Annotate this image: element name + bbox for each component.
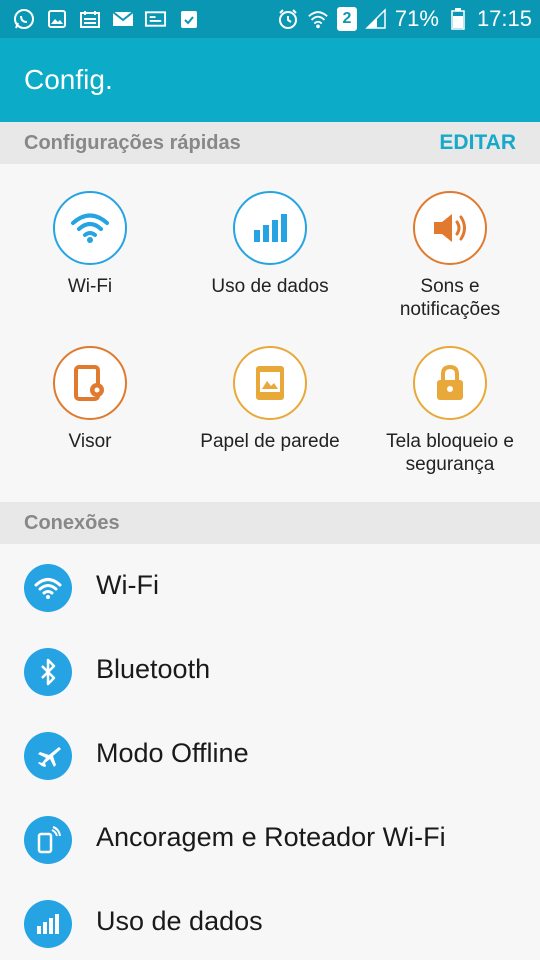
section-title: Configurações rápidas [24,132,241,154]
quick-item-label: Tela bloqueio e segurança [386,431,514,475]
wifi-icon [24,564,72,612]
data-usage-icon [24,900,72,948]
quick-item-sounds[interactable]: Sons e notificações [360,191,540,321]
quick-item-lock-screen[interactable]: Tela bloqueio e segurança [360,346,540,476]
signal-icon [365,8,387,30]
battery-icon [447,8,469,30]
edit-button[interactable]: EDITAR [439,131,516,155]
quick-item-label: Wi-Fi [67,276,113,297]
quick-item-label: Sons e notificações [399,276,501,320]
clock: 17:15 [476,6,532,31]
data-usage-icon [233,191,307,265]
sim-indicator: 2 [336,7,357,31]
page-title: Config. [24,64,113,95]
speaker-icon [413,191,487,265]
section-title: Conexões [24,512,120,534]
airplane-icon [24,732,72,780]
list-item-label: Ancoragem e Roteador Wi-Fi [96,822,446,852]
list-item-tethering[interactable]: Ancoragem e Roteador Wi-Fi [0,796,540,880]
system-status: 2 71% 17:15 [277,0,532,38]
quick-item-display[interactable]: Visor [0,346,180,453]
status-bar: 2 71% 17:15 [0,0,540,38]
quick-settings-header: Configurações rápidas EDITAR [0,122,540,164]
list-item-label: Uso de dados [96,906,263,936]
quick-item-label: Papel de parede [200,431,340,452]
whatsapp-icon [12,7,35,30]
news-icon [144,7,167,30]
display-icon [53,346,127,420]
battery-percent: 71% [394,6,439,31]
list-item-label: Modo Offline [96,738,249,768]
wallpaper-icon [233,346,307,420]
app-bar: Config. [0,38,540,122]
list-item-offline-mode[interactable]: Modo Offline [0,712,540,796]
quick-item-wifi[interactable]: Wi-Fi [0,191,180,298]
hotspot-icon [24,816,72,864]
clipboard-check-icon [177,7,200,30]
email-icon [111,7,134,30]
list-item-wifi[interactable]: Wi-Fi [0,544,540,628]
alarm-icon [277,8,299,30]
wifi-icon [53,191,127,265]
connections-list: Wi-Fi Bluetooth Modo Offline Ancoragem e… [0,544,540,960]
calendar-icon [78,7,101,30]
bluetooth-icon [24,648,72,696]
quick-item-label: Visor [68,431,112,452]
quick-item-label: Uso de dados [211,276,329,297]
gallery-icon [45,7,68,30]
list-item-label: Bluetooth [96,654,211,684]
list-item-bluetooth[interactable]: Bluetooth [0,628,540,712]
quick-item-wallpaper[interactable]: Papel de parede [180,346,360,453]
quick-settings-grid: Wi-Fi Uso de dados Sons e notificações V… [0,164,540,502]
list-item-label: Wi-Fi [96,570,159,600]
quick-item-data-usage[interactable]: Uso de dados [180,191,360,298]
notification-icons [12,7,200,30]
lock-icon [413,346,487,420]
connections-header: Conexões [0,502,540,544]
list-item-data-usage[interactable]: Uso de dados [0,880,540,960]
wifi-status-icon [307,8,329,30]
